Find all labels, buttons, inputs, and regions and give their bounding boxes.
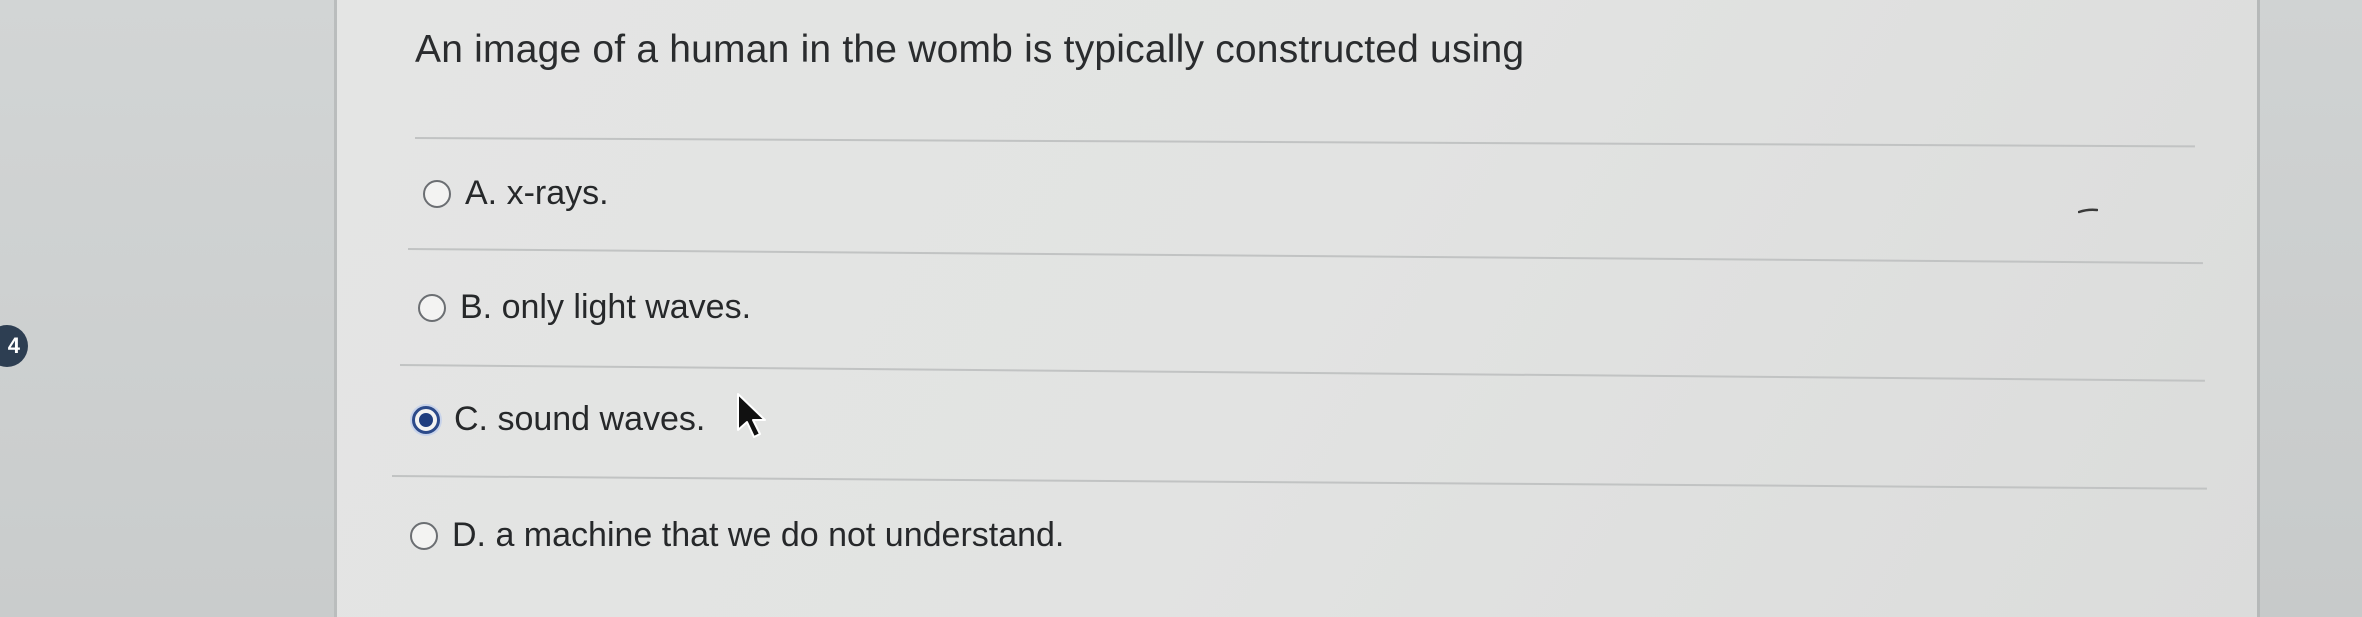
left-pane: 4 xyxy=(0,0,337,617)
option-b[interactable]: B. only light waves. xyxy=(418,288,751,327)
stray-mark xyxy=(2078,208,2098,214)
option-label: D. a machine that we do not understand. xyxy=(452,516,1065,554)
option-label: A. x-rays. xyxy=(465,174,609,212)
option-label: B. only light waves. xyxy=(460,288,752,326)
question-prompt: An image of a human in the womb is typic… xyxy=(415,28,1525,71)
radio-selected-dot xyxy=(419,412,433,427)
option-d[interactable]: D. a machine that we do not understand. xyxy=(410,516,1064,555)
radio-button[interactable] xyxy=(423,179,451,208)
mouse-pointer-icon xyxy=(737,393,766,438)
right-pane xyxy=(2257,0,2362,617)
radio-button[interactable] xyxy=(418,293,446,322)
option-c[interactable]: C. sound waves. xyxy=(412,400,705,439)
option-a[interactable]: A. x-rays. xyxy=(423,174,609,213)
question-number-badge[interactable]: 4 xyxy=(0,325,28,367)
radio-button[interactable] xyxy=(410,521,438,550)
option-label: C. sound waves. xyxy=(454,400,706,438)
radio-button-selected[interactable] xyxy=(412,405,440,434)
